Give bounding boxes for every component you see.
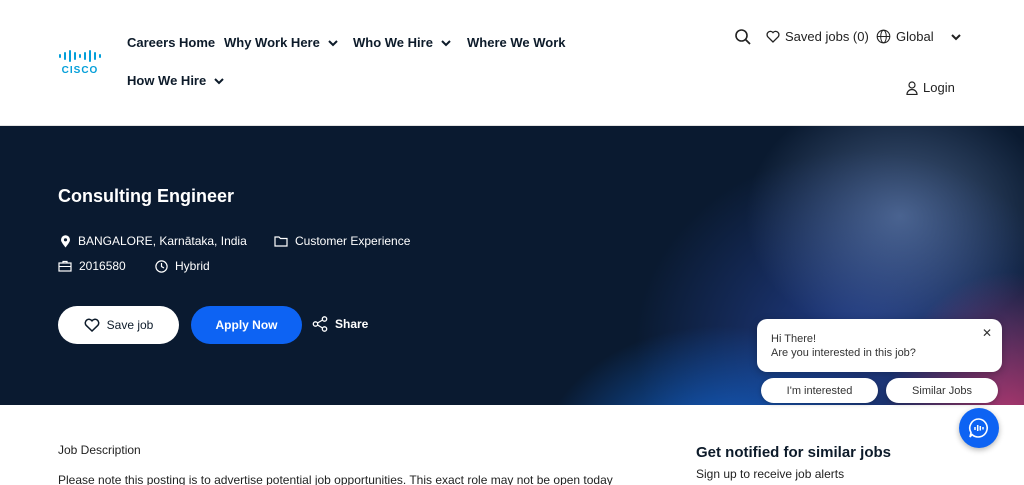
chat-greeting: Hi There! bbox=[771, 333, 817, 345]
site-header: CISCO Careers Home Why Work Here Who We … bbox=[0, 0, 1024, 126]
clock-icon bbox=[155, 259, 168, 273]
job-location-text: BANGALORE, Karnātaka, India bbox=[78, 234, 247, 248]
job-id-text: 2016580 bbox=[79, 259, 126, 273]
nav-careers-home[interactable]: Careers Home bbox=[127, 35, 215, 50]
chat-interested-label: I'm interested bbox=[786, 384, 853, 397]
job-title: Consulting Engineer bbox=[58, 186, 235, 206]
heart-icon bbox=[766, 30, 780, 43]
saved-jobs-label: Saved jobs (0) bbox=[785, 29, 869, 44]
chevron-down-icon bbox=[326, 36, 340, 50]
chat-question: Are you interested in this job? bbox=[771, 347, 916, 359]
nav-how-we-hire[interactable]: How We Hire bbox=[127, 73, 226, 88]
job-alert-heading: Get notified for similar jobs bbox=[696, 444, 892, 461]
job-location: BANGALORE, Karnātaka, India bbox=[60, 234, 247, 248]
chat-similar-jobs-button[interactable]: Similar Jobs bbox=[886, 378, 998, 403]
save-job-label: Save job bbox=[106, 318, 154, 332]
job-work-type-text: Hybrid bbox=[175, 259, 210, 273]
chat-launcher-button[interactable] bbox=[959, 408, 999, 448]
chat-interested-button[interactable]: I'm interested bbox=[761, 378, 878, 403]
nav-how-we-hire-label: How We Hire bbox=[127, 73, 207, 88]
job-description-heading: Job Description bbox=[58, 443, 141, 457]
chevron-down-icon bbox=[949, 30, 963, 44]
region-selector[interactable]: Global bbox=[876, 29, 963, 44]
save-job-button[interactable]: Save job bbox=[58, 306, 179, 344]
job-id: 2016580 bbox=[58, 259, 126, 273]
nav-who-we-hire[interactable]: Who We Hire bbox=[353, 35, 453, 50]
briefcase-icon bbox=[58, 260, 72, 272]
job-description-text: Please note this posting is to advertise… bbox=[58, 473, 613, 485]
nav-who-we-hire-label: Who We Hire bbox=[353, 35, 433, 50]
nav-why-work-here[interactable]: Why Work Here bbox=[224, 35, 340, 50]
search-button[interactable] bbox=[734, 28, 752, 46]
location-pin-icon bbox=[61, 234, 70, 247]
chat-similar-jobs-label: Similar Jobs bbox=[912, 384, 972, 397]
job-category: Customer Experience bbox=[274, 234, 410, 248]
close-icon[interactable]: ✕ bbox=[982, 326, 992, 340]
search-icon bbox=[735, 29, 751, 45]
chevron-down-icon bbox=[439, 36, 453, 50]
job-alert-subtext: Sign up to receive job alerts bbox=[696, 467, 845, 481]
chat-prompt-bubble: Hi There! Are you interested in this job… bbox=[757, 319, 1002, 372]
logo-wordmark: CISCO bbox=[61, 65, 99, 76]
nav-where-we-work[interactable]: Where We Work bbox=[467, 35, 565, 50]
chevron-down-icon bbox=[212, 74, 226, 88]
nav-careers-home-label: Careers Home bbox=[127, 35, 216, 50]
job-work-type: Hybrid bbox=[155, 259, 210, 273]
logo-bars-icon bbox=[57, 50, 103, 62]
heart-icon bbox=[84, 318, 100, 332]
globe-icon bbox=[876, 29, 891, 44]
apply-now-button[interactable]: Apply Now bbox=[191, 306, 302, 344]
login-label: Login bbox=[923, 80, 955, 95]
user-icon bbox=[906, 80, 918, 95]
saved-jobs-link[interactable]: Saved jobs (0) bbox=[766, 29, 869, 44]
nav-where-we-work-label: Where We Work bbox=[467, 35, 566, 50]
cisco-logo[interactable]: CISCO bbox=[57, 50, 103, 76]
region-label: Global bbox=[896, 29, 934, 44]
login-link[interactable]: Login bbox=[906, 80, 955, 95]
share-label: Share bbox=[335, 317, 369, 331]
chat-icon bbox=[968, 418, 988, 438]
job-category-text: Customer Experience bbox=[295, 234, 411, 248]
nav-why-work-here-label: Why Work Here bbox=[224, 35, 320, 50]
share-icon bbox=[312, 316, 328, 332]
folder-icon bbox=[274, 236, 288, 247]
apply-now-label: Apply Now bbox=[215, 318, 278, 332]
share-button[interactable]: Share bbox=[312, 316, 368, 332]
